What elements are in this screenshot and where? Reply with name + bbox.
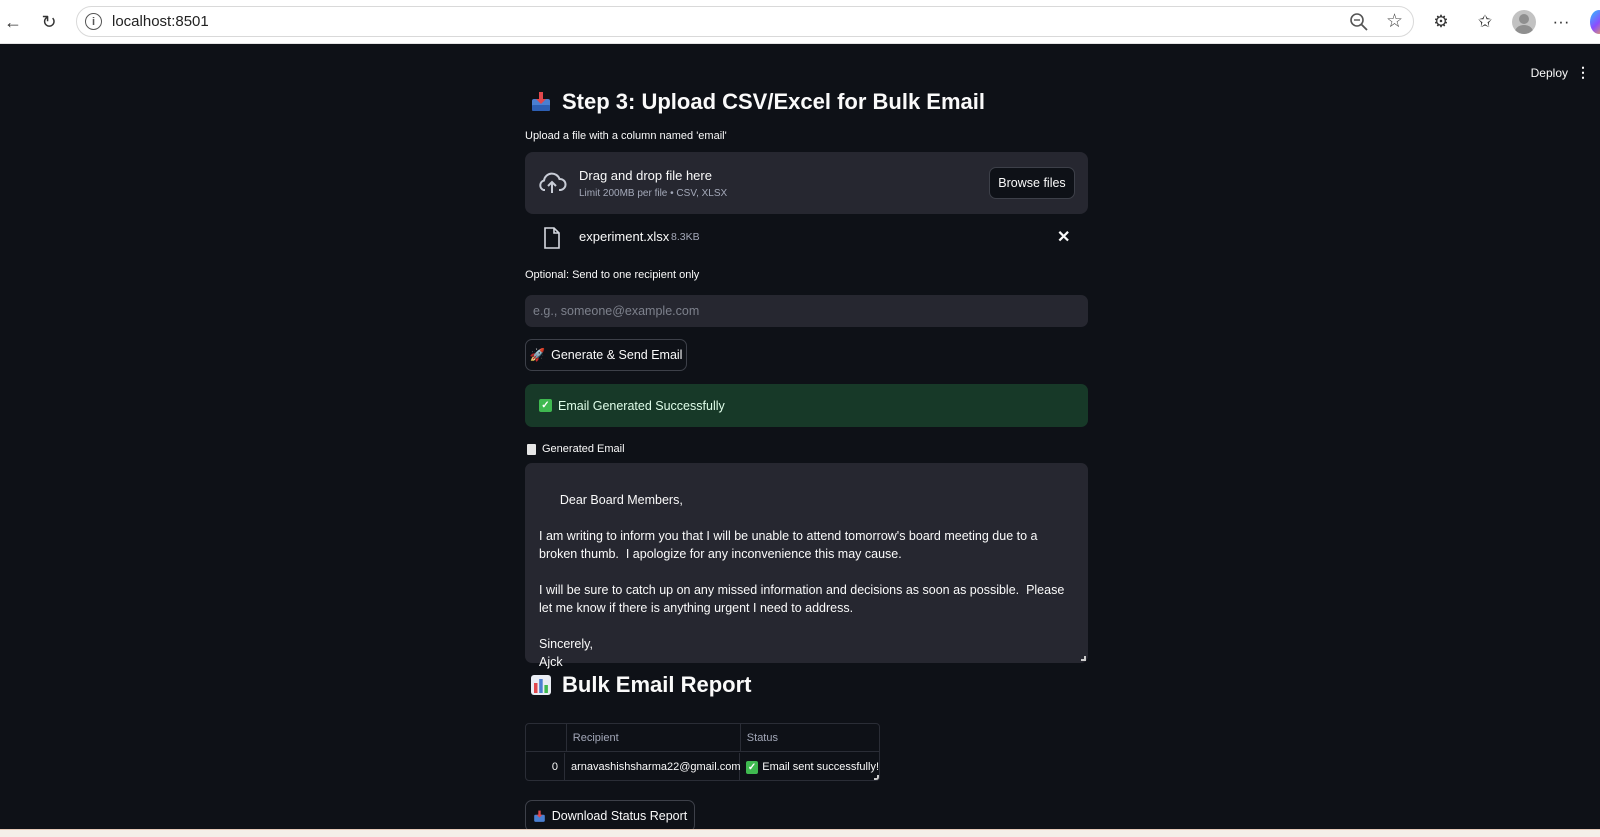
rocket-icon: 🚀 [529, 347, 546, 362]
step3-header: Step 3: Upload CSV/Excel for Bulk Email [530, 89, 985, 115]
browse-files-button[interactable]: Browse files [989, 167, 1075, 199]
profile-avatar[interactable] [1512, 10, 1536, 34]
back-icon[interactable]: ← [0, 9, 26, 35]
success-message: Email Generated Successfully [558, 398, 725, 413]
status-cell-text: Email sent successfully! [762, 761, 879, 773]
table-resize-handle[interactable] [874, 775, 879, 780]
check-mark-icon: ✓ [539, 399, 552, 412]
inbox-tray-icon [532, 92, 550, 111]
table-row: 0 arnavashishsharma22@gmail.com ✓ Email … [526, 753, 879, 780]
zoom-icon[interactable] [1349, 12, 1369, 32]
generated-email-textarea[interactable]: Dear Board Members, I am writing to info… [525, 463, 1088, 669]
deploy-button[interactable]: Deploy [1531, 66, 1568, 80]
generated-email-body: Dear Board Members, I am writing to info… [539, 493, 1065, 669]
extensions-icon[interactable]: ⚙ [1428, 9, 1454, 35]
main-menu-icon[interactable]: ⋮ [1576, 64, 1590, 81]
column-header-index [526, 724, 567, 751]
url-text[interactable]: localhost:8501 [112, 13, 209, 30]
column-header-status[interactable]: Status [741, 724, 879, 751]
dropzone-limit: Limit 200MB per file • CSV, XLSX [579, 188, 728, 199]
favorite-star-icon[interactable]: ☆ [1386, 10, 1403, 33]
table-header-row: Recipient Status [526, 724, 879, 752]
bar-chart-icon [531, 675, 551, 695]
page-icon [527, 443, 536, 455]
step3-title: Step 3: Upload CSV/Excel for Bulk Email [562, 89, 985, 114]
generated-email-label-text: Generated Email [542, 443, 625, 455]
report-title: Bulk Email Report [562, 672, 752, 697]
streamlit-app: Deploy ⋮ Step 3: Upload CSV/Excel for Bu… [0, 44, 1600, 832]
copilot-icon[interactable] [1590, 10, 1600, 34]
column-header-recipient[interactable]: Recipient [567, 724, 741, 751]
reload-icon[interactable]: ↻ [36, 9, 62, 35]
recipient-cell[interactable]: arnavashishsharma22@gmail.com [565, 753, 741, 780]
report-header: Bulk Email Report [530, 672, 751, 698]
window-bottom-edge [0, 829, 1600, 837]
recipient-email-input[interactable] [525, 295, 1088, 327]
uploaded-file-size: 8.3KB [671, 231, 700, 243]
row-index-cell: 0 [526, 753, 565, 780]
file-icon [544, 227, 560, 249]
inbox-tray-icon [533, 810, 545, 822]
remove-file-icon[interactable]: ✕ [1057, 227, 1070, 247]
generate-send-button[interactable]: 🚀 Generate & Send Email [525, 339, 687, 371]
download-report-label: Download Status Report [551, 809, 688, 823]
dropzone-title: Drag and drop file here [579, 168, 712, 183]
favorites-icon[interactable]: ✩ [1472, 9, 1498, 35]
generated-email-label: Generated Email [527, 443, 625, 455]
browser-toolbar: ← ↻ i localhost:8501 ☆ ⚙ ✩ ··· [0, 0, 1600, 44]
cloud-upload-icon [539, 172, 567, 193]
generate-send-label: Generate & Send Email [551, 348, 683, 362]
upload-label: Upload a file with a column named 'email… [525, 130, 727, 142]
report-table[interactable]: Recipient Status 0 arnavashishsharma22@g… [525, 723, 880, 781]
more-options-icon[interactable]: ··· [1548, 9, 1574, 35]
success-alert: ✓ Email Generated Successfully [525, 384, 1088, 427]
address-bar[interactable]: i localhost:8501 ☆ [76, 6, 1414, 37]
site-info-icon[interactable]: i [85, 13, 102, 30]
resize-handle[interactable] [1081, 656, 1086, 661]
file-dropzone[interactable]: Drag and drop file here Limit 200MB per … [525, 152, 1088, 214]
uploaded-file-row: experiment.xlsx 8.3KB ✕ [525, 221, 1088, 255]
check-mark-icon: ✓ [746, 760, 759, 774]
status-cell[interactable]: ✓ Email sent successfully! [740, 753, 879, 780]
uploaded-file-name: experiment.xlsx [579, 229, 670, 244]
recipient-label: Optional: Send to one recipient only [525, 269, 700, 281]
download-report-button[interactable]: Download Status Report [525, 800, 695, 832]
